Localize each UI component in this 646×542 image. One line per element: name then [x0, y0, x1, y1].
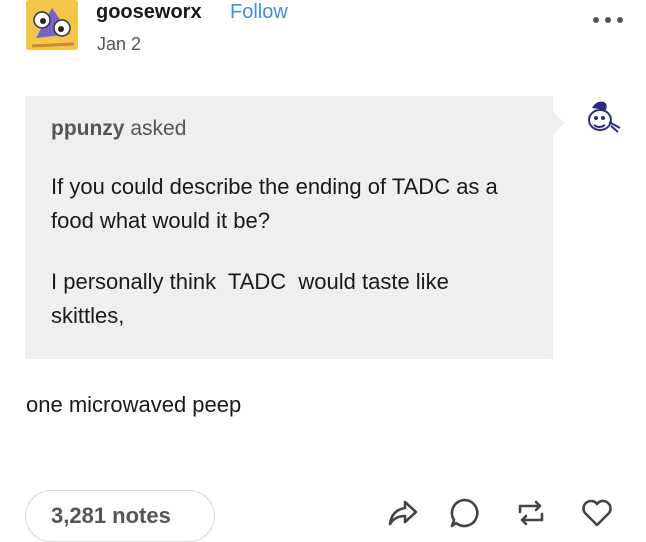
ask-comment: I personally think TADC would taste like… [51, 269, 455, 328]
avatar[interactable] [26, 0, 78, 50]
more-options-icon[interactable] [590, 10, 626, 30]
asked-label: asked [130, 117, 187, 140]
asker-name[interactable]: ppunzy [51, 117, 125, 140]
reply-icon[interactable] [448, 496, 482, 530]
share-icon[interactable] [386, 496, 420, 530]
answer-text: one microwaved peep [26, 392, 242, 417]
like-icon[interactable] [580, 496, 614, 530]
ask-header: ppunzy asked [51, 116, 186, 142]
reblog-icon[interactable] [514, 496, 548, 530]
post-username[interactable]: gooseworx [96, 0, 202, 24]
ask-box: ppunzy asked If you could describe the e… [25, 96, 553, 359]
ask-bubble-tail [553, 112, 565, 134]
asker-avatar[interactable] [578, 98, 626, 138]
ask-question: If you could describe the ending of TADC… [51, 174, 498, 233]
follow-button[interactable]: Follow [230, 0, 288, 24]
notes-count: 3,281 notes [51, 503, 171, 528]
notes-button[interactable]: 3,281 notes [25, 490, 215, 542]
post-date: Jan 2 [97, 34, 142, 54]
